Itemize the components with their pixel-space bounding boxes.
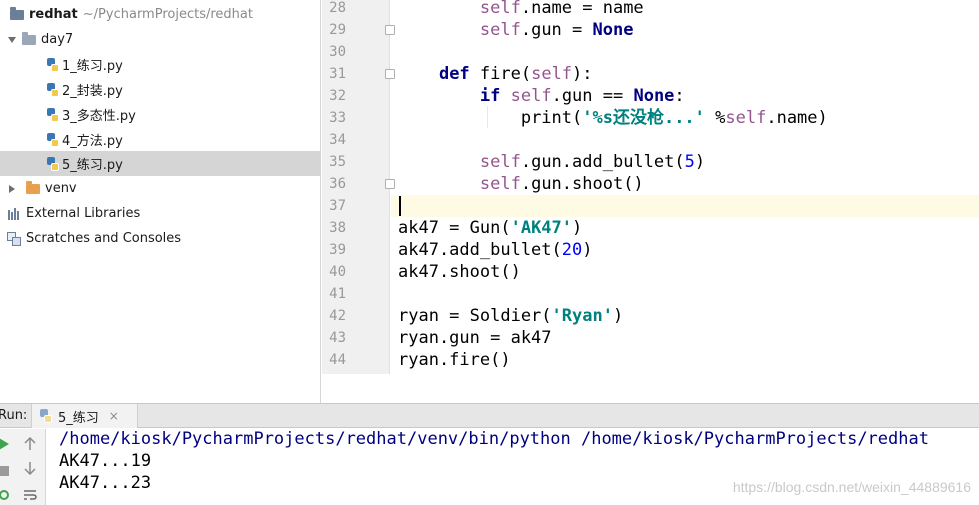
python-file-icon — [47, 156, 59, 171]
folder-icon — [10, 6, 24, 20]
library-icon — [8, 207, 22, 220]
tree-scratches[interactable]: Scratches and Consoles — [0, 226, 321, 251]
folder-label: venv — [45, 181, 77, 196]
file-label: 5_练习.py — [62, 158, 123, 173]
file-label: 2_封装.py — [62, 84, 123, 99]
line-number: 31 — [329, 66, 346, 82]
python-file-icon — [40, 409, 52, 423]
line-number: 37 — [329, 198, 346, 214]
file-label: 3_多态性.py — [62, 109, 136, 124]
tree-folder-venv[interactable]: venv — [0, 176, 321, 201]
line-number: 34 — [329, 132, 346, 148]
line-number: 39 — [329, 242, 346, 258]
run-panel-header: Run: 5_练习 × — [0, 404, 979, 428]
close-icon[interactable]: × — [109, 409, 119, 423]
code-line-29: self.gun = None — [479, 20, 634, 40]
scratches-icon — [7, 231, 21, 246]
line-number: 33 — [329, 110, 346, 126]
line-number: 28 — [329, 0, 346, 16]
code-line-40: ak47.shoot() — [398, 262, 521, 282]
run-tab[interactable]: 5_练习 × — [31, 404, 138, 428]
python-file-icon — [47, 57, 59, 72]
fold-marker[interactable] — [385, 69, 395, 79]
fold-marker[interactable] — [385, 179, 395, 189]
code-editor[interactable]: 28 29 30 31 32 33 34 35 36 37 38 39 40 4… — [322, 0, 979, 374]
watermark: https://blog.csdn.net/weixin_44889616 — [732, 479, 971, 495]
tree-file[interactable]: 3_多态性.py — [0, 102, 321, 127]
text-caret — [399, 196, 401, 216]
code-line-33: print('%s还没枪...' %self.name) — [520, 108, 828, 128]
line-number: 36 — [329, 176, 346, 192]
line-number: 29 — [329, 22, 346, 38]
code-line-43: ryan.gun = ak47 — [398, 328, 552, 348]
current-line-highlight — [391, 195, 979, 217]
console-command-line: /home/kiosk/PycharmProjects/redhat/venv/… — [59, 429, 929, 449]
run-icon[interactable] — [0, 435, 13, 453]
line-number: 43 — [329, 330, 346, 346]
file-label: 1_练习.py — [62, 59, 123, 74]
line-number: 32 — [329, 88, 346, 104]
scroll-down-icon[interactable] — [21, 459, 39, 477]
code-line-31: def fire(self): — [438, 64, 593, 84]
tree-root-redhat[interactable]: redhat ~/PycharmProjects/redhat — [0, 2, 321, 27]
external-libraries-label: External Libraries — [26, 206, 141, 221]
line-number: 44 — [329, 352, 346, 368]
project-tree: redhat ~/PycharmProjects/redhat day7 1_练… — [0, 0, 321, 403]
line-number: 38 — [329, 220, 346, 236]
code-line-44: ryan.fire() — [398, 350, 511, 370]
code-line-39: ak47.add_bullet(20) — [398, 240, 593, 260]
run-toolbar — [0, 429, 46, 505]
line-number: 41 — [329, 286, 346, 302]
stop-icon[interactable] — [0, 462, 13, 480]
chevron-right-icon[interactable] — [9, 184, 15, 193]
code-line-35: self.gun.add_bullet(5) — [479, 152, 706, 172]
tree-folder-day7[interactable]: day7 — [0, 27, 321, 52]
line-number: 40 — [329, 264, 346, 280]
python-file-icon — [47, 107, 59, 122]
tree-file[interactable]: 4_方法.py — [0, 127, 321, 152]
console-output-line: AK47...23 — [59, 473, 152, 493]
console-output-line: AK47...19 — [59, 451, 152, 471]
tree-file-selected[interactable]: 5_练习.py — [0, 151, 321, 176]
run-panel: Run: 5_练习 × /home/kiosk/PycharmProjects/… — [0, 403, 979, 505]
fold-marker[interactable] — [385, 25, 395, 35]
folder-label: day7 — [41, 32, 74, 47]
line-number: 42 — [329, 308, 346, 324]
code-line-28: self.name = name — [479, 0, 644, 18]
soft-wrap-icon[interactable] — [21, 486, 39, 504]
tree-file[interactable]: 2_封装.py — [0, 77, 321, 102]
code-line-32: if self.gun == None: — [479, 86, 685, 106]
chevron-down-icon[interactable] — [8, 36, 16, 43]
folder-icon — [22, 31, 36, 45]
code-line-38: ak47 = Gun('AK47') — [398, 218, 583, 238]
file-label: 4_方法.py — [62, 134, 123, 149]
python-file-icon — [47, 132, 59, 147]
run-label: Run: — [0, 408, 28, 423]
folder-icon — [26, 180, 40, 194]
scroll-up-icon[interactable] — [21, 435, 39, 453]
line-number: 35 — [329, 154, 346, 170]
python-file-icon — [47, 82, 59, 97]
tree-external-libraries[interactable]: External Libraries — [0, 201, 321, 226]
project-path: ~/PycharmProjects/redhat — [82, 7, 253, 22]
code-line-42: ryan = Soldier('Ryan') — [398, 306, 624, 326]
run-tab-label: 5_练习 — [58, 410, 99, 426]
line-number: 30 — [329, 44, 346, 60]
tree-file[interactable]: 1_练习.py — [0, 52, 321, 77]
project-name: redhat — [29, 7, 78, 22]
editor-gutter: 28 29 30 31 32 33 34 35 36 37 38 39 40 4… — [322, 0, 390, 374]
code-line-36: self.gun.shoot() — [479, 174, 644, 194]
rerun-icon[interactable] — [0, 486, 13, 504]
scratches-label: Scratches and Consoles — [26, 231, 182, 246]
